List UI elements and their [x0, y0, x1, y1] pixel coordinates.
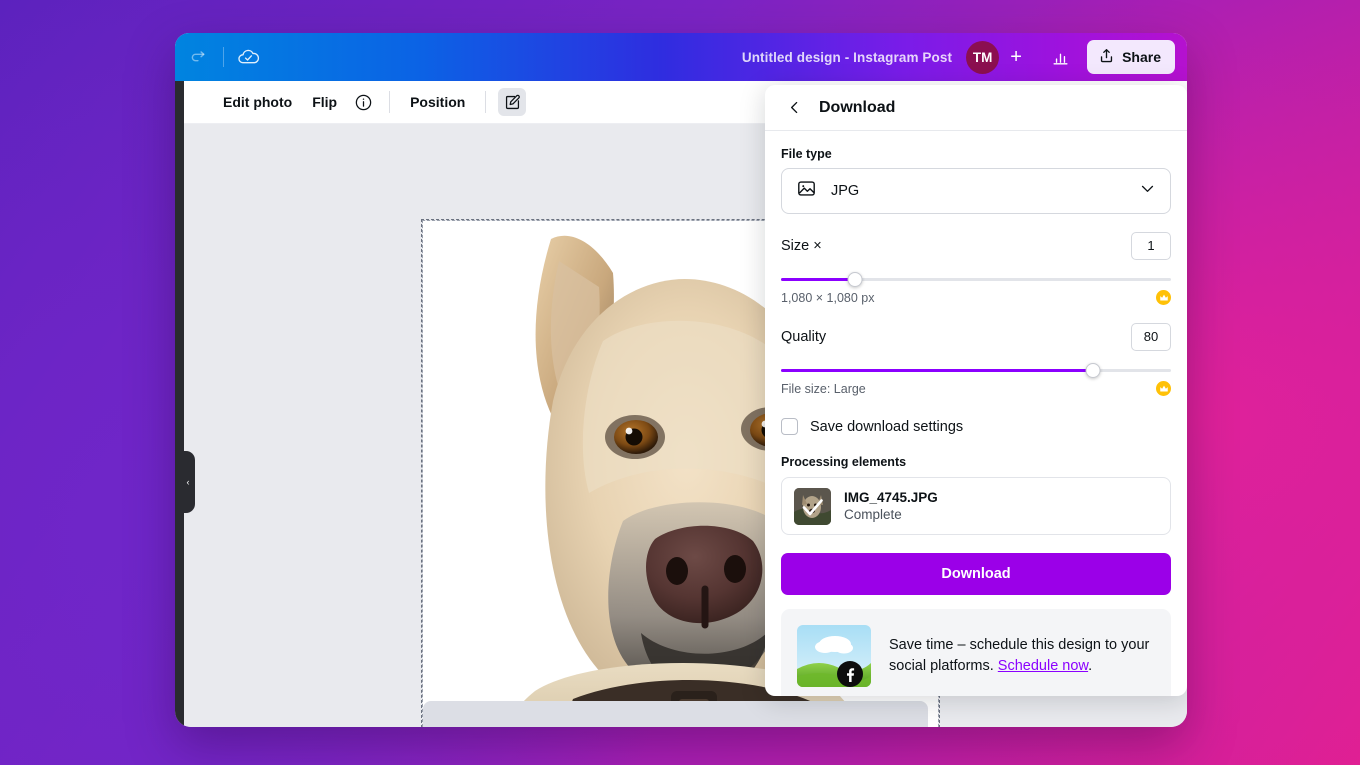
redo-icon[interactable]	[181, 40, 217, 74]
quality-label: Quality	[781, 329, 827, 345]
file-type-select[interactable]: JPG	[781, 168, 1171, 214]
processing-item[interactable]: IMG_4745.JPG Complete	[781, 477, 1171, 535]
size-input[interactable]: 1	[1131, 232, 1171, 260]
size-label: Size ×	[781, 238, 822, 254]
crown-badge-icon[interactable]	[1156, 381, 1171, 396]
quality-sub-row: File size: Large	[781, 381, 1171, 396]
share-upload-icon	[1098, 47, 1115, 67]
toolbar-divider	[389, 91, 391, 113]
image-icon	[796, 178, 817, 204]
avatar[interactable]: TM	[966, 40, 1000, 74]
pencil-square-icon[interactable]	[498, 88, 527, 116]
size-slider-fill	[781, 278, 856, 281]
position-button[interactable]: Position	[400, 88, 475, 116]
share-button[interactable]: Share	[1087, 40, 1175, 74]
promo-text-after: .	[1088, 658, 1093, 674]
info-icon[interactable]	[349, 88, 377, 116]
add-collaborator-button[interactable]: +	[1001, 42, 1031, 72]
save-download-settings-row[interactable]: Save download settings	[781, 418, 1171, 435]
size-slider[interactable]	[781, 270, 1171, 288]
size-dimensions: 1,080 × 1,080 px	[781, 290, 875, 305]
processing-item-text: IMG_4745.JPG Complete	[844, 490, 938, 522]
bar-chart-icon[interactable]	[1043, 41, 1077, 73]
file-size-text: File size: Large	[781, 381, 866, 396]
edit-photo-button[interactable]: Edit photo	[213, 88, 302, 116]
file-thumbnail	[794, 487, 831, 525]
schedule-promo-card: Save time – schedule this design to your…	[781, 609, 1171, 696]
promo-illustration	[797, 625, 871, 687]
file-type-label: File type	[781, 147, 832, 161]
quality-row: Quality 80	[781, 323, 1171, 351]
size-row: Size × 1	[781, 232, 1171, 260]
page-title: Download	[819, 98, 896, 116]
file-status: Complete	[844, 507, 902, 522]
download-panel: Download File type JPG Size × 1 1,080 × …	[765, 85, 1187, 696]
crown-badge-icon[interactable]	[1156, 290, 1171, 305]
save-download-settings-checkbox[interactable]	[781, 418, 798, 435]
quality-slider-thumb[interactable]	[1085, 363, 1101, 378]
quality-input[interactable]: 80	[1131, 323, 1171, 351]
canvas-bottom-bar	[423, 701, 928, 727]
size-sub-row: 1,080 × 1,080 px	[781, 290, 1171, 305]
header-right-tools: Untitled design - Instagram Post TM + Sh…	[266, 40, 1187, 74]
chevron-down-icon	[1139, 180, 1156, 202]
download-button[interactable]: Download	[781, 553, 1171, 595]
processing-elements-label: Processing elements	[781, 455, 907, 469]
quality-slider[interactable]	[781, 361, 1171, 379]
header-left-tools	[175, 40, 266, 74]
cloud-saved-icon[interactable]	[230, 40, 266, 74]
download-panel-header: Download	[765, 85, 1187, 131]
top-header-bar: Untitled design - Instagram Post TM + Sh…	[175, 33, 1187, 81]
document-title[interactable]: Untitled design - Instagram Post	[742, 50, 952, 65]
toolbar-divider	[485, 91, 487, 113]
header-divider	[223, 47, 224, 67]
size-slider-thumb[interactable]	[847, 272, 863, 287]
file-name: IMG_4745.JPG	[844, 490, 938, 505]
share-button-label: Share	[1122, 49, 1161, 65]
app-window: Untitled design - Instagram Post TM + Sh…	[175, 33, 1187, 727]
file-type-value: JPG	[831, 183, 860, 199]
chevron-left-icon[interactable]	[783, 97, 805, 119]
promo-text: Save time – schedule this design to your…	[889, 635, 1155, 678]
quality-slider-fill	[781, 369, 1093, 372]
save-download-settings-label: Save download settings	[810, 418, 964, 435]
sidebar-collapse-button[interactable]: ‹	[181, 451, 195, 513]
flip-button[interactable]: Flip	[302, 88, 347, 116]
facebook-icon	[837, 661, 863, 687]
download-panel-body: File type JPG Size × 1 1,080 × 1,080 px …	[765, 131, 1187, 696]
schedule-now-link[interactable]: Schedule now	[998, 658, 1088, 674]
left-sidebar-rail	[175, 81, 184, 727]
